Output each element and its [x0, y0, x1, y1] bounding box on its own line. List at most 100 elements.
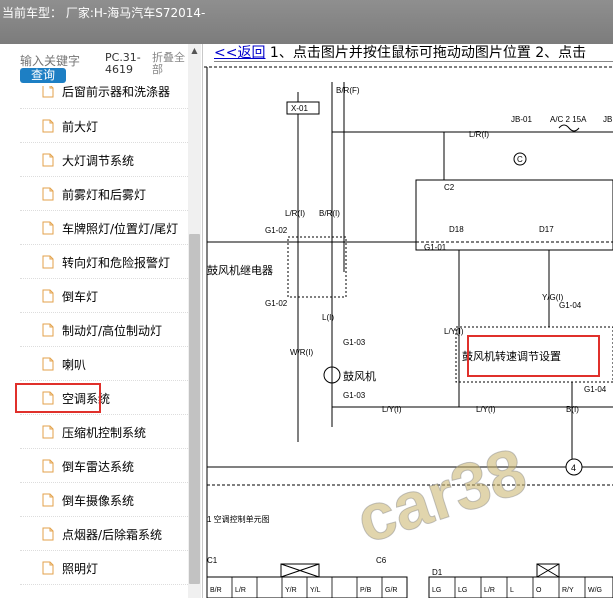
- tree-item[interactable]: 点烟器/后除霜系统: [20, 517, 188, 551]
- label-g103-a: G1-03: [343, 338, 366, 347]
- tree-item-label: 前雾灯和后雾灯: [62, 188, 147, 202]
- sidebar-scrollbar[interactable]: ▲: [188, 44, 201, 598]
- document-icon: [42, 153, 54, 167]
- connector-pin-label: Y/R: [285, 587, 297, 594]
- document-icon: [42, 561, 54, 575]
- connector-pin-label: L/R: [484, 587, 495, 594]
- document-icon: [42, 357, 54, 371]
- title-bar: 当前车型： 厂家:H-海马汽车S72014-: [0, 0, 613, 44]
- system-tree: 后窗前示器和洗涤器 前大灯大灯调节系统 前雾灯和后雾灯车牌照灯/位置灯/尾灯 转向灯和…: [20, 86, 188, 598]
- label-g18-cut: G1-04: [584, 385, 607, 394]
- label-g103-b: G1-03: [343, 391, 366, 400]
- label-jb-cut: JB: [603, 115, 612, 124]
- tree-item-label: 车牌照灯/位置灯/尾灯: [62, 222, 179, 236]
- document-icon: [42, 527, 54, 541]
- connector-pin-label: L: [510, 587, 514, 594]
- tree-item[interactable]: 倒车摄像系统: [20, 483, 188, 517]
- connector-pin-label: LG: [458, 587, 467, 594]
- tree-item-label: 倒车摄像系统: [62, 494, 135, 508]
- label-blower: 鼓风机: [343, 369, 376, 383]
- label-ac-fuse: A/C 2 15A: [550, 115, 587, 124]
- label-c2: C2: [444, 183, 455, 192]
- tree-item[interactable]: 大灯调节系统: [20, 143, 188, 177]
- connector-pin-label: O: [536, 587, 542, 594]
- document-icon: [42, 459, 54, 473]
- model-code-label: PC.31-4619: [105, 51, 141, 76]
- connector-pin-label: G/R: [385, 587, 397, 594]
- scroll-up-arrow-icon[interactable]: ▲: [188, 46, 201, 58]
- label-ly: L/Y(I): [444, 327, 464, 336]
- tree-item-label: 喇叭: [62, 358, 87, 372]
- watermark-logo: car38: [348, 433, 535, 557]
- label-ly-bottom2: L/Y(I): [476, 405, 496, 414]
- tree-item-label: 照明灯: [62, 562, 99, 576]
- label-g104: G1-04: [559, 301, 582, 310]
- tree-item[interactable]: 车牌照灯/位置灯/尾灯: [20, 211, 188, 245]
- connector-pin-label: L/R: [235, 587, 246, 594]
- document-icon: [42, 493, 54, 507]
- wiring-diagram[interactable]: X-01 B/R(F) JB-01 A/C 2 15A JB C L/R(I) …: [204, 62, 613, 598]
- tree-item[interactable]: 转向灯和危险报警灯: [20, 245, 188, 279]
- document-icon: [42, 119, 54, 133]
- label-b-right: B(I): [566, 405, 579, 414]
- label-d17: D17: [539, 225, 554, 234]
- current-model-title: 当前车型： 厂家:H-海马汽车S72014-: [2, 6, 206, 20]
- search-area: 查询 PC.31-4619 折叠全部: [0, 44, 202, 86]
- tree-item[interactable]: 制动灯/高位制动灯: [20, 313, 188, 347]
- connector-right-pins: LG LG L/R L O R/Y W/G: [428, 577, 602, 598]
- label-lr-top: L/R(I): [469, 130, 489, 139]
- label-lr-left: L/R(I): [285, 209, 305, 218]
- connector-left-pins: B/R L/R Y/R Y/L P/B G/R: [206, 577, 397, 598]
- label-ly-bottom: L/Y(I): [382, 405, 402, 414]
- tree-item[interactable]: 前大灯: [20, 109, 188, 143]
- tree-item[interactable]: 压缩机控制系统: [20, 415, 188, 449]
- label-wr: W/R(I): [290, 348, 313, 357]
- tree-item[interactable]: 倒车雷达系统: [20, 449, 188, 483]
- instruction-text: 1、点击图片并按住鼠标可拖动动图片位置 2、点击: [265, 45, 587, 61]
- label-c1: C1: [207, 556, 218, 565]
- tree-item[interactable]: 喇叭: [20, 347, 188, 381]
- document-icon: [42, 221, 54, 235]
- label-d18: D18: [449, 225, 464, 234]
- left-panel: 查询 PC.31-4619 折叠全部 后窗前示器和洗涤器前大灯大灯调节系统前雾灯…: [0, 44, 203, 598]
- connector-pin-label: Y/L: [310, 587, 321, 594]
- connector-pin-label: R/Y: [562, 587, 574, 594]
- connector-pin-label: LG: [432, 587, 441, 594]
- document-icon: [42, 86, 54, 98]
- back-link[interactable]: <<返回: [214, 45, 265, 61]
- tree-item-label: 倒车灯: [62, 290, 99, 304]
- label-g102-a: G1-02: [265, 226, 288, 235]
- label-relay: 鼓风机继电器: [207, 263, 273, 277]
- scrollbar-thumb[interactable]: [189, 234, 200, 584]
- tree-item-label: 后窗前示器和洗涤器: [62, 86, 171, 99]
- document-icon: [42, 425, 54, 439]
- document-icon: [42, 323, 54, 337]
- label-d1: D1: [432, 568, 443, 577]
- label-resistor: 鼓风机转速调节设置: [462, 349, 561, 363]
- label-ground-number: 4: [571, 463, 576, 473]
- tree-item-label: 前大灯: [62, 120, 99, 134]
- tree-item-label: 大灯调节系统: [62, 154, 135, 168]
- label-brf: B/R(F): [336, 86, 360, 95]
- label-c-circle: C: [517, 155, 523, 164]
- label-g102-b: G1-02: [265, 299, 288, 308]
- label-br-left: B/R(I): [319, 209, 340, 218]
- label-g101: G1-01: [424, 243, 447, 252]
- instruction-bar: <<返回 1、点击图片并按住鼠标可拖动动图片位置 2、点击: [214, 44, 586, 62]
- tree-item[interactable]: 照明灯: [20, 551, 188, 585]
- label-c6: C6: [376, 556, 387, 565]
- label-x01: X-01: [291, 104, 308, 113]
- tree-item-label: 转向灯和危险报警灯: [62, 256, 171, 270]
- fold-all-link[interactable]: 折叠全部: [152, 52, 192, 76]
- tree-item[interactable]: 前雾灯和后雾灯: [20, 177, 188, 211]
- search-button[interactable]: 查询: [20, 68, 66, 83]
- connector-pin-label: W/G: [588, 587, 602, 594]
- connector-pin-label: B/R: [210, 587, 222, 594]
- label-ac-control: 1 空调控制单元图: [207, 514, 270, 524]
- tree-item[interactable]: 后窗前示器和洗涤器: [20, 86, 188, 109]
- tree-item-label: 压缩机控制系统: [62, 426, 147, 440]
- diagram-panel: <<返回 1、点击图片并按住鼠标可拖动动图片位置 2、点击 X-01 B/R(F…: [204, 44, 613, 598]
- label-jb01: JB-01: [511, 115, 532, 124]
- document-icon: [42, 255, 54, 269]
- tree-item[interactable]: 倒车灯: [20, 279, 188, 313]
